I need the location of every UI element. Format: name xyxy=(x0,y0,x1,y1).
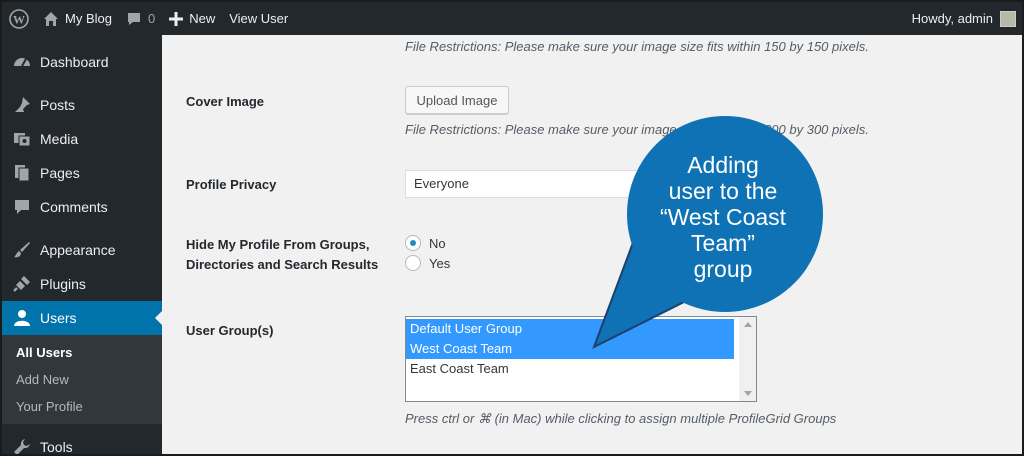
home-icon xyxy=(44,11,58,26)
hide-profile-label-line-2: Directories and Search Results xyxy=(186,257,379,272)
sidebar-item-label: Tools xyxy=(40,439,73,455)
submenu-item-all-users[interactable]: All Users xyxy=(2,339,162,366)
howdy-text: Howdy, admin xyxy=(911,11,993,26)
submenu-item-your-profile[interactable]: Your Profile xyxy=(2,393,162,420)
site-name-link[interactable]: My Blog xyxy=(36,2,119,35)
sidebar-item-pages[interactable]: Pages xyxy=(2,156,162,190)
dashboard-icon xyxy=(12,52,32,72)
sidebar-item-appearance[interactable]: Appearance xyxy=(2,233,162,267)
sidebar-item-label: Users xyxy=(40,310,77,326)
new-label: New xyxy=(189,11,216,26)
comment-icon xyxy=(12,197,32,217)
radio-yes-label: Yes xyxy=(429,255,451,271)
sidebar-item-label: Comments xyxy=(40,199,108,215)
profile-privacy-label: Profile Privacy xyxy=(186,177,277,192)
groups-hint: Press ctrl or ⌘ (in Mac) while clicking … xyxy=(405,411,837,426)
radio-yes[interactable]: Yes xyxy=(405,255,450,271)
sidebar-item-label: Dashboard xyxy=(40,54,109,70)
radio-checked-icon xyxy=(405,235,421,251)
cover-file-restrictions: File Restrictions: Please make sure your… xyxy=(405,122,869,137)
sidebar-item-dashboard[interactable]: Dashboard xyxy=(2,45,162,79)
scroll-down-arrow-icon[interactable] xyxy=(744,391,752,396)
callout-line: Adding xyxy=(687,152,759,178)
callout-line: group xyxy=(693,256,753,282)
radio-no[interactable]: No xyxy=(405,235,446,251)
group-option-west-coast[interactable]: West Coast Team xyxy=(406,339,734,359)
wordpress-logo-icon[interactable]: W xyxy=(2,2,36,35)
admin-sidebar: Dashboard Posts Media Pages Comments App… xyxy=(2,35,163,455)
comments-count: 0 xyxy=(147,11,156,26)
avatar xyxy=(1000,10,1016,27)
sidebar-item-users[interactable]: Users xyxy=(2,301,163,335)
scroll-up-arrow-icon[interactable] xyxy=(744,322,752,327)
submenu-item-add-new[interactable]: Add New xyxy=(2,366,162,393)
pin-icon xyxy=(12,95,32,115)
callout-text: Adding user to the “West Coast Team” gro… xyxy=(628,152,818,282)
account-menu[interactable]: Howdy, admin xyxy=(905,2,1022,35)
profile-form: File Restrictions: Please make sure your… xyxy=(162,35,1022,454)
comment-bubble-icon xyxy=(127,12,140,25)
upload-image-button[interactable]: Upload Image xyxy=(405,86,509,114)
hide-profile-label-line-1: Hide My Profile From Groups, xyxy=(186,237,370,252)
plus-icon xyxy=(169,11,184,26)
wrench-icon xyxy=(12,437,32,454)
sidebar-item-label: Media xyxy=(40,131,79,147)
pages-icon xyxy=(12,163,32,183)
user-icon xyxy=(12,308,32,328)
sidebar-item-comments[interactable]: Comments xyxy=(2,190,162,224)
group-option-east-coast[interactable]: East Coast Team xyxy=(406,359,734,379)
profile-privacy-select[interactable]: Everyone xyxy=(405,170,645,198)
view-user-link[interactable]: View User xyxy=(222,2,295,35)
avatar-file-restrictions: File Restrictions: Please make sure your… xyxy=(405,39,869,54)
radio-no-label: No xyxy=(429,235,446,251)
media-icon xyxy=(12,129,32,149)
callout-line: Team” xyxy=(691,230,755,256)
sidebar-item-label: Plugins xyxy=(40,276,86,292)
callout-line: “West Coast xyxy=(659,204,787,230)
user-groups-listbox[interactable]: Default User Group West Coast Team East … xyxy=(405,316,757,402)
users-submenu: All Users Add New Your Profile xyxy=(2,335,162,424)
user-groups-label: User Group(s) xyxy=(186,323,274,338)
view-user-label: View User xyxy=(229,11,289,26)
screenshot-frame: W My Blog 0 New View User Howdy, admin D… xyxy=(0,0,1024,456)
plug-icon xyxy=(12,274,32,294)
sidebar-item-label: Pages xyxy=(40,165,80,181)
sidebar-item-media[interactable]: Media xyxy=(2,122,162,156)
cover-image-label: Cover Image xyxy=(186,94,265,109)
sidebar-item-posts[interactable]: Posts xyxy=(2,88,162,122)
svg-text:W: W xyxy=(13,12,25,26)
listbox-scrollbar[interactable] xyxy=(739,317,756,401)
sidebar-item-plugins[interactable]: Plugins xyxy=(2,267,162,301)
callout-line: user to the xyxy=(668,178,778,204)
site-name: My Blog xyxy=(65,11,112,26)
radio-unchecked-icon xyxy=(405,255,421,271)
sidebar-item-tools[interactable]: Tools xyxy=(2,430,162,455)
sidebar-item-label: Posts xyxy=(40,97,76,113)
admin-bar: W My Blog 0 New View User Howdy, admin xyxy=(2,2,1022,35)
group-option-default[interactable]: Default User Group xyxy=(406,319,734,339)
new-content-link[interactable]: New xyxy=(162,2,222,35)
sidebar-item-label: Appearance xyxy=(40,242,116,258)
comments-link[interactable]: 0 xyxy=(119,2,162,35)
brush-icon xyxy=(12,240,32,260)
